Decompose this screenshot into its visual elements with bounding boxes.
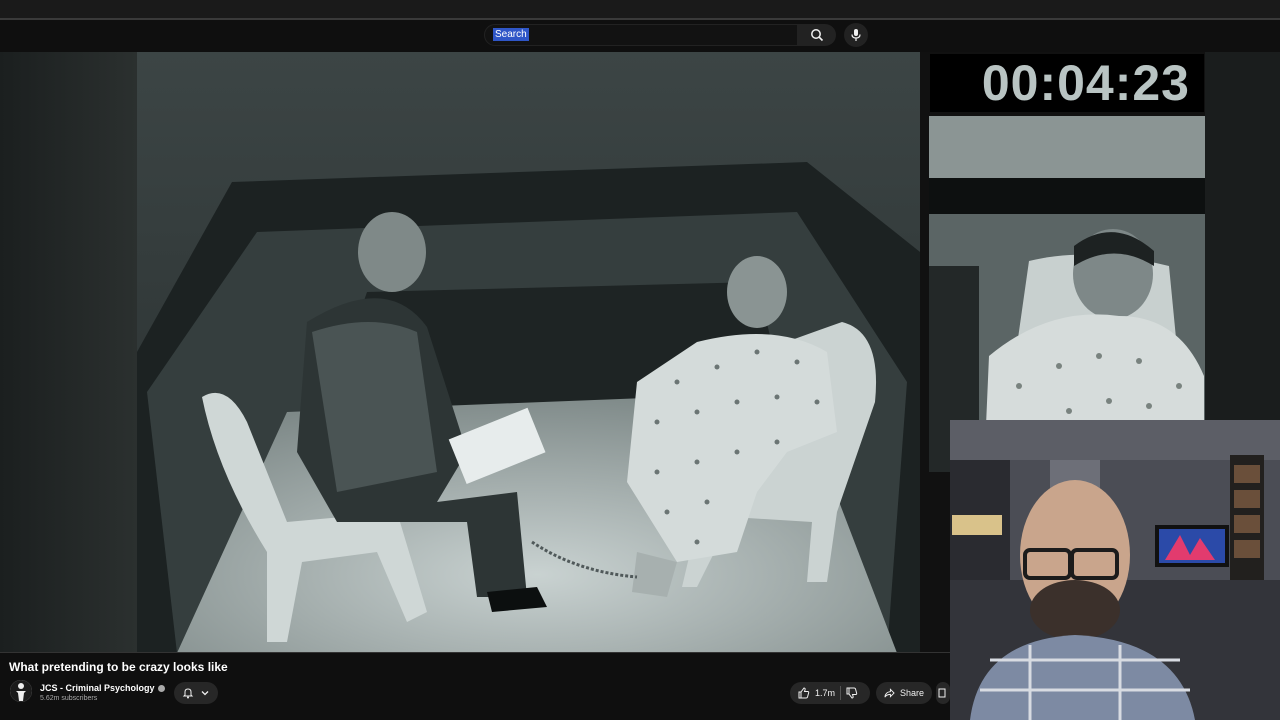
channel-name-text[interactable]: JCS - Criminal Psychology [40,683,155,693]
search-input-text[interactable]: Search [493,28,529,41]
mic-icon [851,29,861,41]
share-icon [884,688,895,698]
video-info: What pretending to be crazy looks like J… [0,653,950,720]
notification-button[interactable] [174,682,218,704]
secondary-camera-feed [929,116,1205,472]
voice-search-button[interactable] [844,23,868,47]
like-count[interactable]: 1.7m [815,688,835,698]
share-button[interactable]: Share [876,682,932,704]
share-label[interactable]: Share [900,688,924,698]
streamer-webcam-image [950,420,1280,720]
channel-avatar[interactable] [10,680,32,702]
person-icon [10,680,32,702]
search-button[interactable] [798,24,836,46]
channel-name[interactable]: JCS - Criminal Psychology [40,683,165,693]
masthead: Search [0,20,1280,52]
like-divider [840,686,842,700]
subscriber-count: 5.62m subscribers [40,695,98,702]
browser-top-strip [0,0,1280,20]
thumbs-down-icon[interactable] [846,687,858,699]
patient-closeup-image [929,116,1205,472]
player-side-margin-right [1205,52,1280,472]
verified-icon [157,685,165,693]
chevron-down-icon [201,691,209,696]
search-input[interactable]: Search [484,24,798,46]
timestamp-overlay: 00:04:23 [930,54,1204,112]
bell-icon [182,688,194,699]
interrogation-room-image [137,52,920,653]
clip-icon [938,688,946,698]
webcam-overlay [950,420,1280,720]
more-actions-button[interactable] [936,682,950,704]
search-icon [811,29,824,42]
player-side-margin [0,52,137,653]
main-camera-feed [137,52,920,653]
thumbs-up-icon[interactable] [798,687,810,699]
like-dislike-group: 1.7m [790,682,870,704]
video-title: What pretending to be crazy looks like [9,660,228,674]
